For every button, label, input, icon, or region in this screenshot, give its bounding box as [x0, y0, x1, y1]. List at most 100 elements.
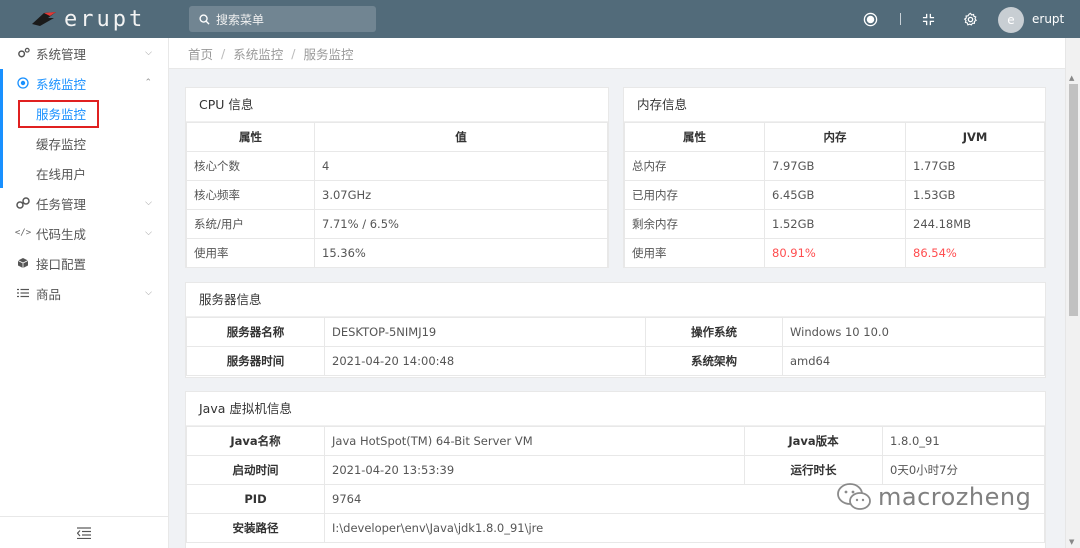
- table-cell: 3.07GHz: [314, 180, 608, 210]
- top-header: erupt 搜索菜单 e erupt: [0, 0, 1080, 38]
- monitor-icon: [16, 77, 30, 89]
- table-row: 已用内存 6.45GB 1.53GB: [624, 180, 1045, 210]
- table-cell: Java HotSpot(TM) 64-Bit Server VM: [324, 426, 745, 456]
- column-header: 值: [314, 122, 608, 152]
- table-cell: 剩余内存: [624, 209, 765, 239]
- scroll-down-arrow-icon[interactable]: ▼: [1069, 538, 1074, 546]
- table-cell: 使用率: [186, 238, 315, 268]
- table-row: 安装路径 I:\developer\env\Java\jdk1.8.0_91\j…: [186, 513, 1045, 543]
- table-cell: 7.97GB: [764, 151, 906, 181]
- table-cell: 15.36%: [314, 238, 608, 268]
- column-header: 属性: [624, 122, 765, 152]
- server-info-card: 服务器信息 服务器名称 DESKTOP-5NIMJ19 操作系统 Windows…: [185, 282, 1046, 378]
- table-cell: 核心个数: [186, 151, 315, 181]
- table-row: Java名称 Java HotSpot(TM) 64-Bit Server VM…: [186, 426, 1045, 456]
- table-cell: 2021-04-20 13:53:39: [324, 455, 745, 485]
- chevron-down-icon: ⌵: [145, 198, 152, 208]
- table-row: 系统/用户 7.71% / 6.5%: [186, 209, 608, 239]
- logo[interactable]: erupt: [0, 0, 168, 38]
- header-divider: [896, 0, 904, 38]
- table-row: 核心个数 4: [186, 151, 608, 181]
- sidebar-item-label: 接口配置: [36, 256, 87, 272]
- breadcrumb-separator: /: [221, 45, 226, 61]
- sidebar-item-label: 代码生成: [36, 226, 87, 242]
- table-cell: amd64: [782, 346, 1045, 376]
- table-cell: Windows 10 10.0: [782, 317, 1045, 347]
- sidebar-item-goods[interactable]: 商品 ⌵: [0, 278, 168, 308]
- sidebar-subitem-cache-monitor[interactable]: 缓存监控: [0, 128, 168, 158]
- sidebar-item-label: 系统监控: [36, 76, 87, 92]
- breadcrumb-separator: /: [291, 45, 296, 61]
- table-cell-label: 服务器名称: [186, 317, 325, 347]
- table-cell-label: Java版本: [744, 426, 883, 456]
- sidebar-subitem-online-users[interactable]: 在线用户: [0, 158, 168, 188]
- sidebar-subitem-service-monitor[interactable]: 服务监控: [0, 98, 168, 128]
- record-icon[interactable]: [860, 0, 880, 38]
- chevron-down-icon: ⌵: [145, 288, 152, 298]
- table-row: 剩余内存 1.52GB 244.18MB: [624, 209, 1045, 239]
- sidebar-item-system-monitor[interactable]: 系统监控 ⌃: [0, 68, 168, 98]
- collapse-sidebar-button[interactable]: [0, 516, 168, 548]
- table-cell: 总内存: [624, 151, 765, 181]
- settings-gear-icon[interactable]: [960, 0, 980, 38]
- table-row: 总内存 7.97GB 1.77GB: [624, 151, 1045, 181]
- table-cell: 1.77GB: [905, 151, 1045, 181]
- chevron-down-icon: ⌵: [145, 228, 152, 238]
- search-placeholder: 搜索菜单: [216, 12, 265, 27]
- column-header: 内存: [764, 122, 906, 152]
- sidebar-item-task-management[interactable]: 任务管理 ⌵: [0, 188, 168, 218]
- vertical-scrollbar[interactable]: ▲ ▼: [1065, 38, 1080, 548]
- card-title: CPU 信息: [186, 88, 608, 122]
- sidebar-item-system-management[interactable]: 系统管理 ⌵: [0, 38, 168, 68]
- code-icon: </>: [14, 228, 32, 238]
- table-cell-label: 启动时间: [186, 455, 325, 485]
- scroll-thumb[interactable]: [1069, 84, 1078, 316]
- sidebar-subitem-label: 在线用户: [36, 166, 87, 182]
- column-header: 属性: [186, 122, 315, 152]
- scroll-up-arrow-icon[interactable]: ▲: [1069, 74, 1074, 82]
- card-title: 内存信息: [624, 88, 1045, 122]
- table-cell: 7.71% / 6.5%: [314, 209, 608, 239]
- jvm-info-card: Java 虚拟机信息 Java名称 Java HotSpot(TM) 64-Bi…: [185, 391, 1046, 548]
- server-table: 服务器名称 DESKTOP-5NIMJ19 操作系统 Windows 10 10…: [186, 317, 1045, 376]
- avatar[interactable]: e: [998, 7, 1024, 33]
- table-cell: 使用率: [624, 238, 765, 268]
- search-icon: [199, 13, 210, 25]
- table-row: 使用率 80.91% 86.54%: [624, 238, 1045, 268]
- table-row: 服务器时间 2021-04-20 14:00:48 系统架构 amd64: [186, 346, 1045, 376]
- table-row: 核心频率 3.07GHz: [186, 180, 608, 210]
- cpu-table: 属性 值 核心个数 4 核心频率 3.07GHz 系统/用户 7.71% / 6…: [186, 122, 608, 268]
- table-cell: 已用内存: [624, 180, 765, 210]
- sidebar-item-label: 商品: [36, 286, 62, 302]
- logo-text: erupt: [64, 6, 146, 32]
- table-cell: 1.52GB: [764, 209, 906, 239]
- table-cell: 2021-04-20 14:00:48: [324, 346, 646, 376]
- cog-tasks-icon: [16, 197, 30, 209]
- table-row: 服务器名称 DESKTOP-5NIMJ19 操作系统 Windows 10 10…: [186, 317, 1045, 347]
- table-cell-label: 安装路径: [186, 513, 325, 543]
- user-name[interactable]: erupt: [1032, 0, 1064, 38]
- table-header-row: 属性 内存 JVM: [624, 122, 1045, 152]
- sidebar-item-code-gen[interactable]: </> 代码生成 ⌵: [0, 218, 168, 248]
- usage-warning-value: 86.54%: [905, 238, 1045, 268]
- breadcrumb-system-monitor[interactable]: 系统监控: [233, 44, 283, 63]
- chevron-down-icon: ⌵: [145, 48, 152, 58]
- cube-icon: [16, 257, 30, 269]
- search-input[interactable]: 搜索菜单: [189, 6, 376, 32]
- table-cell: 244.18MB: [905, 209, 1045, 239]
- sidebar-item-label: 系统管理: [36, 46, 87, 62]
- breadcrumb-home[interactable]: 首页: [188, 44, 213, 63]
- fullscreen-icon[interactable]: [918, 0, 938, 38]
- table-cell-label: 服务器时间: [186, 346, 325, 376]
- chevron-up-icon: ⌃: [144, 78, 152, 88]
- card-title: Java 虚拟机信息: [186, 392, 1045, 426]
- table-cell: 核心频率: [186, 180, 315, 210]
- list-icon: [16, 288, 30, 298]
- memory-info-card: 内存信息 属性 内存 JVM 总内存 7.97GB 1.77GB 已用内存 6.…: [623, 87, 1046, 268]
- sidebar-item-api-config[interactable]: 接口配置: [0, 248, 168, 278]
- table-cell-label: PID: [186, 484, 325, 514]
- breadcrumb-current: 服务监控: [303, 46, 354, 62]
- watermark-text: macrozheng: [878, 483, 1032, 511]
- table-cell: 6.45GB: [764, 180, 906, 210]
- sidebar-subitem-label: 服务监控: [36, 106, 87, 122]
